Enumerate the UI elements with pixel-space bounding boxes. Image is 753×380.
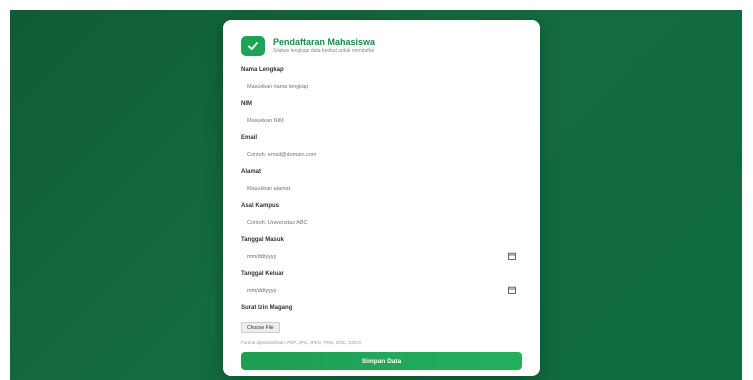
field-label: Email bbox=[241, 135, 258, 141]
submit-button[interactable]: Simpan Data bbox=[241, 352, 522, 370]
asal-kampus-input[interactable] bbox=[241, 214, 522, 231]
calendar-icon[interactable] bbox=[508, 252, 516, 262]
form-subtitle: Silakan lengkapi data berikut untuk mend… bbox=[273, 48, 375, 54]
field-email: Email bbox=[241, 134, 522, 163]
form-title: Pendaftaran Mahasiswa bbox=[273, 37, 376, 47]
date-value: mm/dd/yyyy bbox=[247, 253, 277, 260]
check-icon bbox=[241, 36, 265, 56]
field-tanggal-masuk: Tanggal Masuk mm/dd/yyyy bbox=[241, 236, 522, 265]
field-label: Asal Kampus bbox=[241, 203, 280, 209]
field-tanggal-keluar: Tanggal Keluar mm/dd/yyyy bbox=[241, 270, 522, 299]
field-label: Surat Izin Magang bbox=[241, 305, 293, 311]
date-value: mm/dd/yyyy bbox=[247, 287, 277, 294]
field-asal-kampus: Asal Kampus bbox=[241, 202, 522, 231]
field-nama-lengkap: Nama Lengkap bbox=[241, 66, 522, 95]
field-label: Tanggal Masuk bbox=[241, 237, 284, 243]
nim-input[interactable] bbox=[241, 112, 522, 129]
field-label: Nama Lengkap bbox=[241, 67, 284, 73]
field-surat-izin: Surat Izin Magang Choose File Format dip… bbox=[241, 304, 522, 347]
tanggal-keluar-input[interactable]: mm/dd/yyyy bbox=[241, 282, 522, 299]
field-label: NIM bbox=[241, 101, 252, 107]
email-input[interactable] bbox=[241, 146, 522, 163]
registration-card: Pendaftaran Mahasiswa Silakan lengkapi d… bbox=[223, 20, 540, 376]
nama-lengkap-input[interactable] bbox=[241, 78, 522, 95]
form-header: Pendaftaran Mahasiswa Silakan lengkapi d… bbox=[241, 32, 522, 60]
alamat-input[interactable] bbox=[241, 180, 522, 197]
field-label: Alamat bbox=[241, 169, 262, 175]
field-alamat: Alamat bbox=[241, 168, 522, 197]
tanggal-masuk-input[interactable]: mm/dd/yyyy bbox=[241, 248, 522, 265]
calendar-icon[interactable] bbox=[508, 286, 516, 296]
file-format-hint: Format diperbolehkan: PDF, JPG, JPEG, PN… bbox=[241, 340, 362, 345]
field-nim: NIM bbox=[241, 100, 522, 129]
choose-file-button[interactable]: Choose File bbox=[241, 322, 280, 333]
field-label: Tanggal Keluar bbox=[241, 271, 284, 277]
